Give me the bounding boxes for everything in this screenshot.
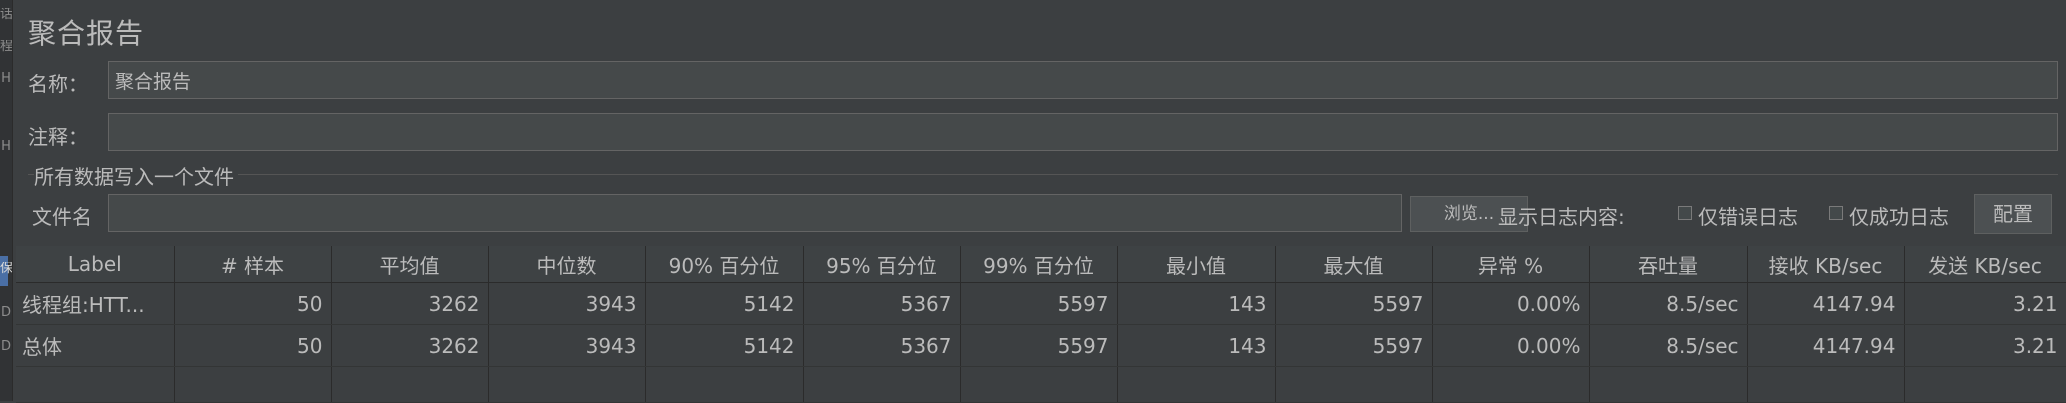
comment-label: 注释： [28, 125, 88, 149]
cell-max: 5597 [1275, 282, 1433, 325]
tree-node-fragment[interactable]: H [0, 140, 12, 154]
tree-node-fragment[interactable]: H [0, 72, 12, 86]
success-only-label[interactable]: 仅成功日志 [1849, 201, 1949, 230]
table-row-empty [16, 366, 2066, 403]
left-tree-strip: 话 程 H H 保 D D [0, 0, 13, 401]
column-header-max[interactable]: 最大值 [1275, 246, 1433, 283]
cell-median: 3943 [488, 324, 646, 367]
cell-error-pct: 0.00% [1432, 324, 1590, 367]
tree-node-fragment[interactable]: D [0, 340, 12, 354]
tree-node-fragment[interactable]: 程 [0, 40, 12, 54]
column-header-p90[interactable]: 90% 百分位 [645, 246, 804, 283]
cell-received: 4147.94 [1747, 282, 1905, 325]
config-button[interactable]: 配置 [1974, 194, 2052, 234]
cell-throughput: 8.5/sec [1589, 324, 1748, 367]
cell-sent: 3.21 [1904, 324, 2066, 367]
file-section-legend: 所有数据写入一个文件 [34, 161, 238, 190]
cell-average: 3262 [331, 282, 489, 325]
cell-p95: 5367 [803, 282, 961, 325]
errors-only-checkbox[interactable] [1678, 206, 1692, 220]
cell-sent: 3.21 [1904, 282, 2066, 325]
column-header-p99[interactable]: 99% 百分位 [960, 246, 1118, 283]
column-header-sent[interactable]: 发送 KB/sec [1904, 246, 2066, 283]
cell-samples: 50 [174, 282, 332, 325]
cell-label: 线程组:HTT... [16, 282, 175, 325]
cell-error-pct: 0.00% [1432, 282, 1590, 325]
section-divider [28, 174, 2058, 175]
name-label: 名称： [28, 72, 88, 96]
cell-samples: 50 [174, 324, 332, 367]
cell-p99: 5597 [960, 324, 1118, 367]
tree-node-fragment[interactable]: 保 [0, 262, 12, 276]
tree-node-fragment[interactable]: D [0, 306, 12, 320]
column-header-p95[interactable]: 95% 百分位 [803, 246, 961, 283]
tree-node-fragment[interactable]: 话 [0, 8, 12, 22]
cell-max: 5597 [1275, 324, 1433, 367]
column-header-samples[interactable]: # 样本 [174, 246, 332, 283]
column-header-throughput[interactable]: 吞吐量 [1589, 246, 1748, 283]
errors-only-label[interactable]: 仅错误日志 [1698, 201, 1798, 230]
table-row[interactable]: 线程组:HTT... 50 3262 3943 5142 5367 5597 1… [16, 282, 2066, 325]
comment-input[interactable] [108, 113, 2058, 151]
cell-min: 143 [1117, 282, 1276, 325]
cell-throughput: 8.5/sec [1589, 282, 1748, 325]
cell-p95: 5367 [803, 324, 961, 367]
cell-min: 143 [1117, 324, 1276, 367]
column-header-median[interactable]: 中位数 [488, 246, 646, 283]
column-header-min[interactable]: 最小值 [1117, 246, 1276, 283]
column-header-label[interactable]: Label [16, 246, 175, 283]
success-only-checkbox[interactable] [1829, 206, 1843, 220]
table-header-row: Label # 样本 平均值 中位数 90% 百分位 95% 百分位 99% 百… [16, 246, 2066, 283]
aggregate-results-table: Label # 样本 平均值 中位数 90% 百分位 95% 百分位 99% 百… [16, 246, 2066, 403]
file-name-input[interactable] [108, 194, 1402, 232]
file-name-label: 文件名 [32, 205, 92, 229]
column-header-received[interactable]: 接收 KB/sec [1747, 246, 1905, 283]
name-input[interactable] [108, 61, 2058, 99]
page-title: 聚合报告 [28, 17, 145, 50]
cell-median: 3943 [488, 282, 646, 325]
column-header-error-pct[interactable]: 异常 % [1432, 246, 1590, 283]
cell-p90: 5142 [645, 324, 804, 367]
log-content-label: 显示日志内容: [1498, 205, 1625, 229]
cell-label: 总体 [16, 324, 175, 367]
cell-p99: 5597 [960, 282, 1118, 325]
cell-p90: 5142 [645, 282, 804, 325]
column-header-average[interactable]: 平均值 [331, 246, 489, 283]
cell-received: 4147.94 [1747, 324, 1905, 367]
cell-average: 3262 [331, 324, 489, 367]
table-row[interactable]: 总体 50 3262 3943 5142 5367 5597 143 5597 … [16, 324, 2066, 367]
